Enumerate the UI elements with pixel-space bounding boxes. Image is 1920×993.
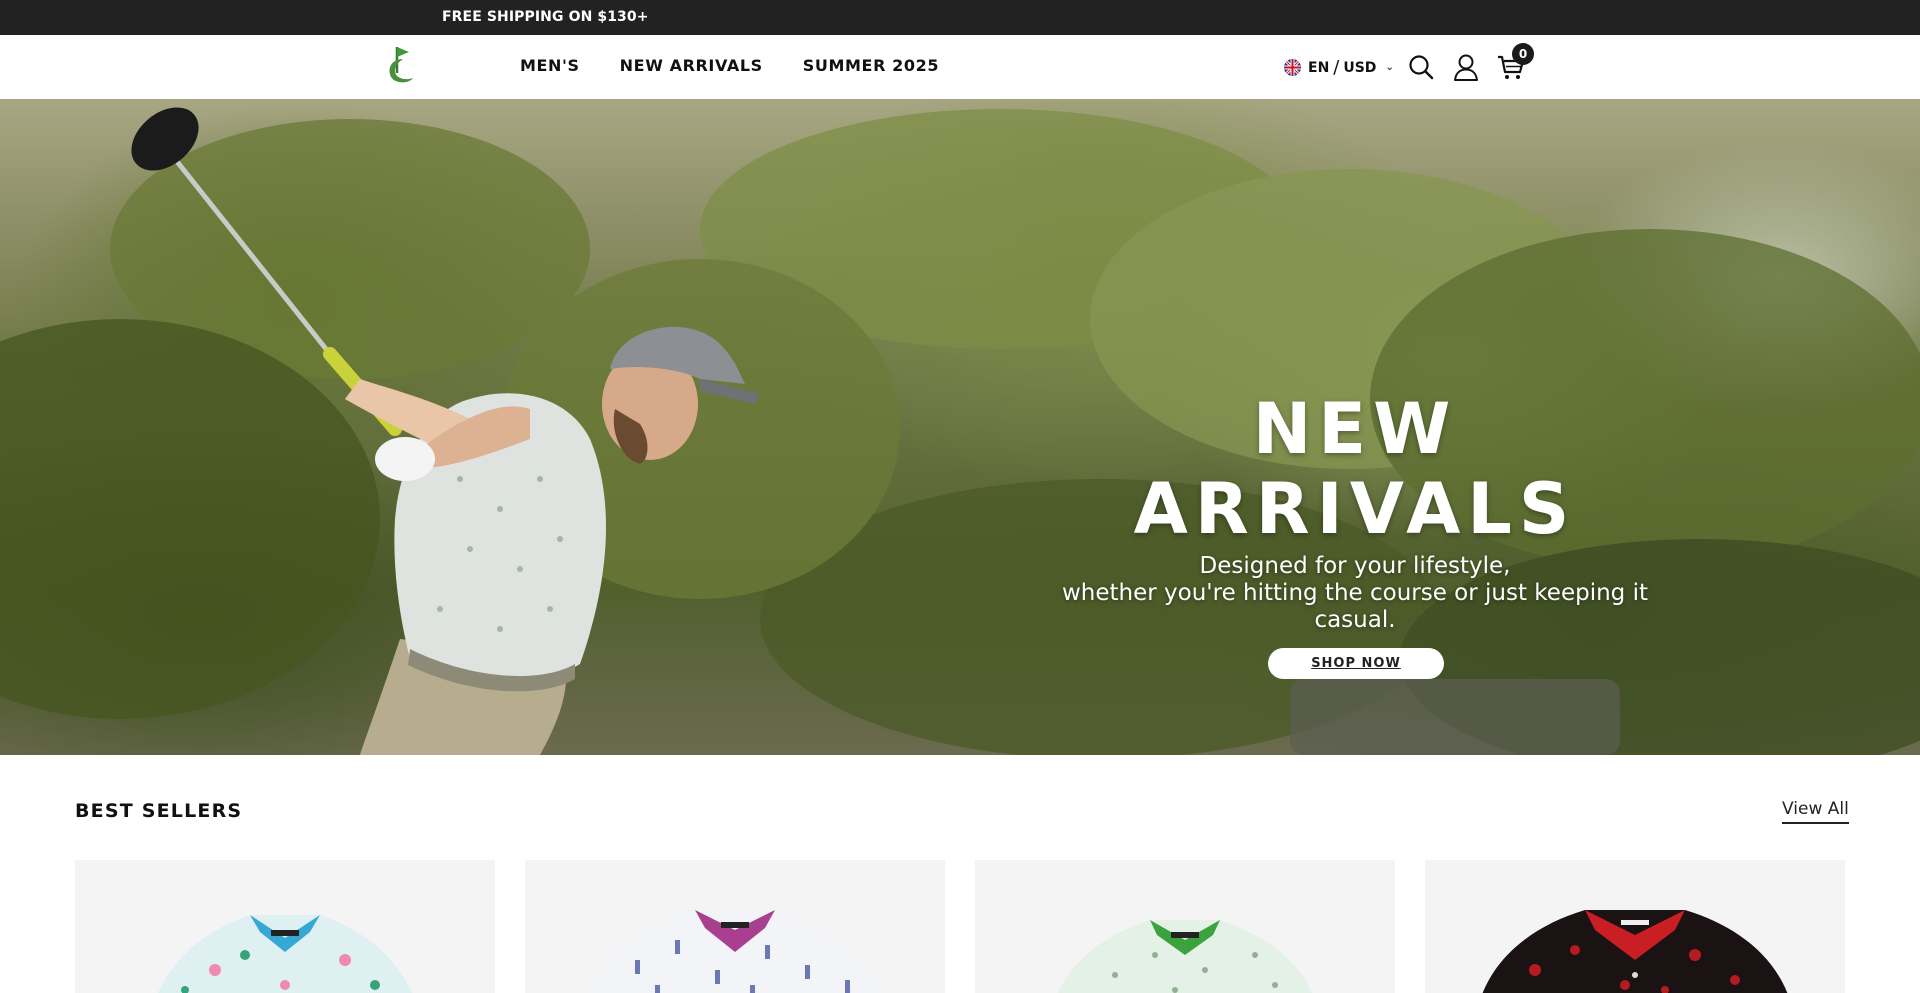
product-card[interactable]: [75, 860, 495, 993]
nav-item-new-arrivals[interactable]: NEW ARRIVALS: [620, 56, 763, 75]
search-icon: [1409, 55, 1434, 80]
logo-link[interactable]: [383, 43, 419, 85]
best-sellers-heading: BEST SELLERS: [75, 800, 243, 822]
golf-flag-logo-icon: [389, 47, 413, 83]
account-button[interactable]: [1452, 53, 1480, 81]
chevron-down-icon: ⌄: [1385, 62, 1394, 73]
nav-item-summer-2025[interactable]: SUMMER 2025: [803, 56, 939, 75]
product-image: [1482, 910, 1788, 993]
hero-banner[interactable]: NEW ARRIVALS Designed for your lifestyle…: [0, 99, 1920, 755]
site-header: MEN'S NEW ARRIVALS SUMMER 2025 EN / USD …: [0, 35, 1920, 99]
hero-subtitle-line2: whether you're hitting the course or jus…: [1062, 580, 1648, 633]
best-sellers-grid: [75, 860, 1845, 993]
nav-item-mens[interactable]: MEN'S: [520, 56, 580, 75]
product-image: [587, 910, 883, 993]
hero-subtitle-line1: Designed for your lifestyle,: [1199, 553, 1511, 579]
product-image: [1058, 920, 1312, 993]
product-card[interactable]: [975, 860, 1395, 993]
language-label: EN: [1308, 59, 1330, 76]
user-icon: [1454, 54, 1478, 81]
locale-separator: /: [1333, 57, 1340, 78]
search-button[interactable]: [1407, 53, 1435, 81]
product-card[interactable]: [1425, 860, 1845, 993]
hero-copy: NEW ARRIVALS Designed for your lifestyle…: [1040, 388, 1670, 679]
uk-flag-icon: [1284, 59, 1301, 76]
announcement-text: FREE SHIPPING ON $130+: [442, 9, 649, 25]
shop-now-button[interactable]: SHOP NOW: [1268, 648, 1444, 679]
announcement-bar: FREE SHIPPING ON $130+: [0, 0, 1920, 35]
cart-count-badge: 0: [1512, 43, 1534, 65]
main-nav: MEN'S NEW ARRIVALS SUMMER 2025: [520, 56, 939, 75]
locale-selector[interactable]: EN / USD ⌄: [1284, 57, 1394, 78]
product-image: [157, 915, 413, 993]
hero-title: NEW ARRIVALS: [1133, 388, 1577, 550]
view-all-link[interactable]: View All: [1782, 799, 1849, 824]
product-card[interactable]: [525, 860, 945, 993]
currency-label: USD: [1343, 59, 1377, 76]
